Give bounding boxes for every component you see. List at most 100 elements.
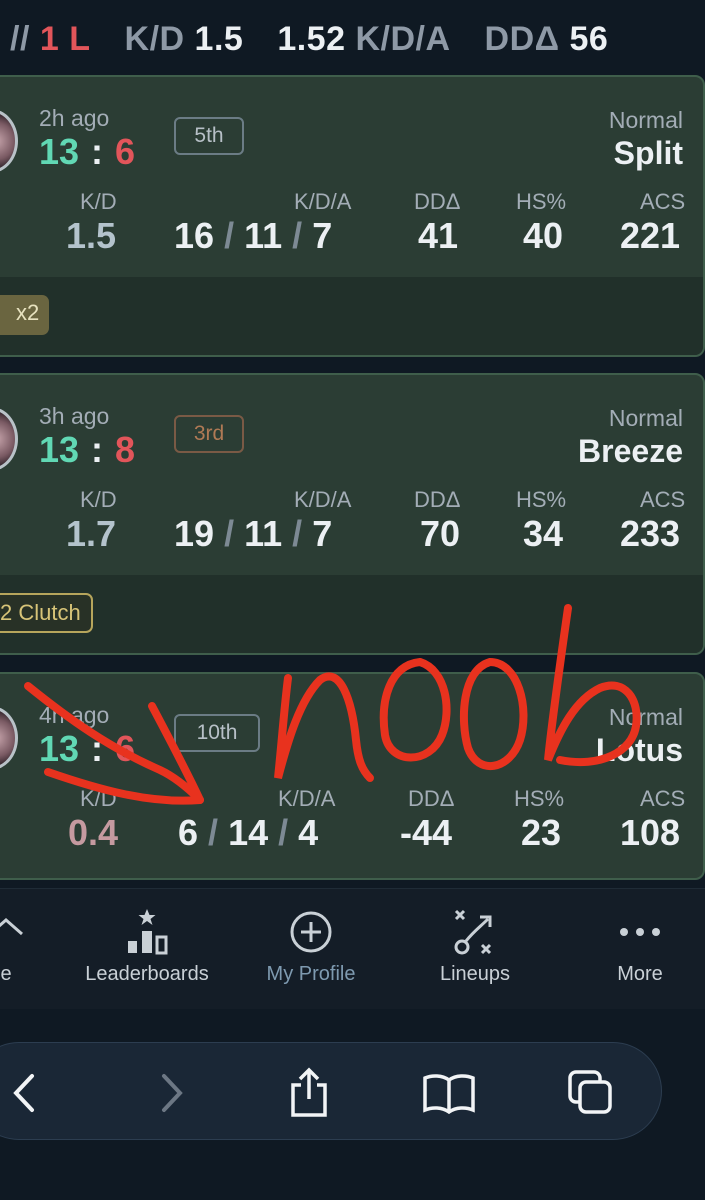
tab-lineups[interactable]: Lineups (395, 905, 555, 986)
kda-value: 16 / 11 / 7 (174, 215, 332, 257)
map-name: Split (613, 135, 683, 171)
dd-value: -44 (400, 812, 453, 853)
summary-kda-value: 1.52 (277, 19, 346, 58)
browser-toolbar (0, 1042, 662, 1140)
hs-value: 34 (523, 513, 564, 554)
acs-value: 233 (620, 513, 681, 554)
tab-more-label: More (617, 963, 663, 985)
match-card[interactable]: 3h ago 13:8 3rd Normal Breeze K/D K/D/A … (0, 373, 705, 655)
summary-dd-label: DDΔ (484, 19, 560, 58)
kills-value: 6 (178, 812, 199, 853)
back-icon[interactable] (0, 1065, 53, 1121)
bookmarks-icon[interactable] (421, 1065, 477, 1121)
hs-value: 23 (521, 812, 562, 853)
placement-badge: 3rd (174, 415, 244, 453)
hs-value: 40 (523, 215, 564, 256)
assists-value: 7 (312, 513, 333, 554)
map-name: Breeze (578, 433, 683, 469)
acs-label: ACS (640, 487, 686, 512)
match-time-ago: 2h ago (39, 105, 110, 131)
agent-avatar (0, 109, 18, 173)
match-time-ago: 3h ago (39, 403, 110, 429)
score-colon: : (91, 728, 104, 769)
more-dots-icon (560, 905, 705, 959)
deaths-value: 11 (244, 215, 283, 256)
match-score: 13:6 (39, 728, 135, 770)
dd-value: 41 (418, 215, 459, 256)
tab-my-profile[interactable]: My Profile (231, 905, 391, 986)
kda-slash: / (208, 812, 219, 853)
bottom-tab-bar: e Leaderboards My Profile Lineups More (0, 888, 705, 1009)
kd-label: K/D (80, 487, 117, 512)
add-circle-icon (231, 905, 391, 959)
dd-label: DDΔ (408, 786, 455, 811)
tab-my-profile-label: My Profile (266, 963, 356, 985)
map-name: Lotus (595, 732, 683, 768)
hs-label: HS% (516, 487, 567, 512)
tab-leaderboards-label: Leaderboards (85, 963, 209, 985)
dd-label: DDΔ (414, 487, 461, 512)
kda-slash: / (224, 513, 235, 554)
score-colon: : (91, 429, 104, 470)
assists-value: 7 (312, 215, 333, 256)
rounds-lost: 6 (115, 131, 136, 172)
rounds-won: 13 (39, 728, 80, 769)
acs-label: ACS (640, 189, 686, 214)
summary-kd-value: 1.5 (194, 19, 244, 58)
kda-slash: / (292, 513, 303, 554)
dd-value: 70 (420, 513, 461, 554)
rounds-lost: 8 (115, 429, 136, 470)
game-mode: Normal (608, 704, 683, 730)
kd-value: 1.5 (66, 215, 117, 256)
match-time-ago: 4h ago (39, 702, 110, 728)
hs-label: HS% (514, 786, 565, 811)
kills-value: 19 (174, 513, 215, 554)
share-icon[interactable] (281, 1065, 337, 1121)
leaderboard-icon (67, 905, 227, 959)
kda-slash: / (224, 215, 235, 256)
match-score: 13:8 (39, 429, 135, 471)
match-card[interactable]: 2h ago 13:6 5th Normal Split K/D K/D/A D… (0, 75, 705, 357)
acs-label: ACS (640, 786, 686, 811)
agent-avatar (0, 706, 18, 770)
rounds-won: 13 (39, 429, 80, 470)
placement-badge: 5th (174, 117, 244, 155)
summary-kda-label: K/D/A (355, 19, 451, 58)
match-card[interactable]: 4h ago 13:6 10th Normal Lotus K/D K/D/A … (0, 672, 705, 880)
multikill-badge: x2 (0, 295, 50, 335)
tab-leaderboards[interactable]: Leaderboards (67, 905, 227, 986)
summary-kd-label: K/D (124, 19, 185, 58)
dd-label: DDΔ (414, 189, 461, 214)
tab-more[interactable]: More (560, 905, 705, 986)
deaths-value: 11 (244, 513, 283, 554)
kda-slash: / (292, 215, 303, 256)
session-summary-bar: // 1 L K/D 1.5 1.52 K/D/A DDΔ 56 (0, 0, 705, 78)
kd-value: 0.4 (68, 812, 119, 853)
summary-separator: // (10, 19, 30, 58)
match-highlights: 2 Clutch (0, 575, 703, 653)
kda-slash: / (278, 812, 289, 853)
lineups-icon (395, 905, 555, 959)
summary-losses: 1 L (39, 19, 91, 58)
hs-label: HS% (516, 189, 567, 214)
acs-value: 221 (620, 215, 681, 256)
kd-label: K/D (80, 189, 117, 214)
kd-label: K/D (80, 786, 117, 811)
assists-value: 4 (298, 812, 319, 853)
forward-icon[interactable] (143, 1065, 199, 1121)
summary-dd-value: 56 (569, 19, 609, 58)
match-score: 13:6 (39, 131, 135, 173)
tabs-icon[interactable] (563, 1065, 619, 1121)
tab-lineups-label: Lineups (439, 963, 511, 985)
kda-label: K/D/A (294, 189, 352, 214)
kda-label: K/D/A (294, 487, 352, 512)
kda-value: 19 / 11 / 7 (174, 513, 332, 555)
deaths-value: 14 (228, 812, 269, 853)
agent-avatar (0, 407, 18, 471)
kills-value: 16 (174, 215, 215, 256)
kd-value: 1.7 (66, 513, 117, 554)
kda-label: K/D/A (278, 786, 336, 811)
kda-value: 6 / 14 / 4 (178, 812, 318, 854)
rounds-lost: 6 (115, 728, 136, 769)
score-colon: : (91, 131, 104, 172)
